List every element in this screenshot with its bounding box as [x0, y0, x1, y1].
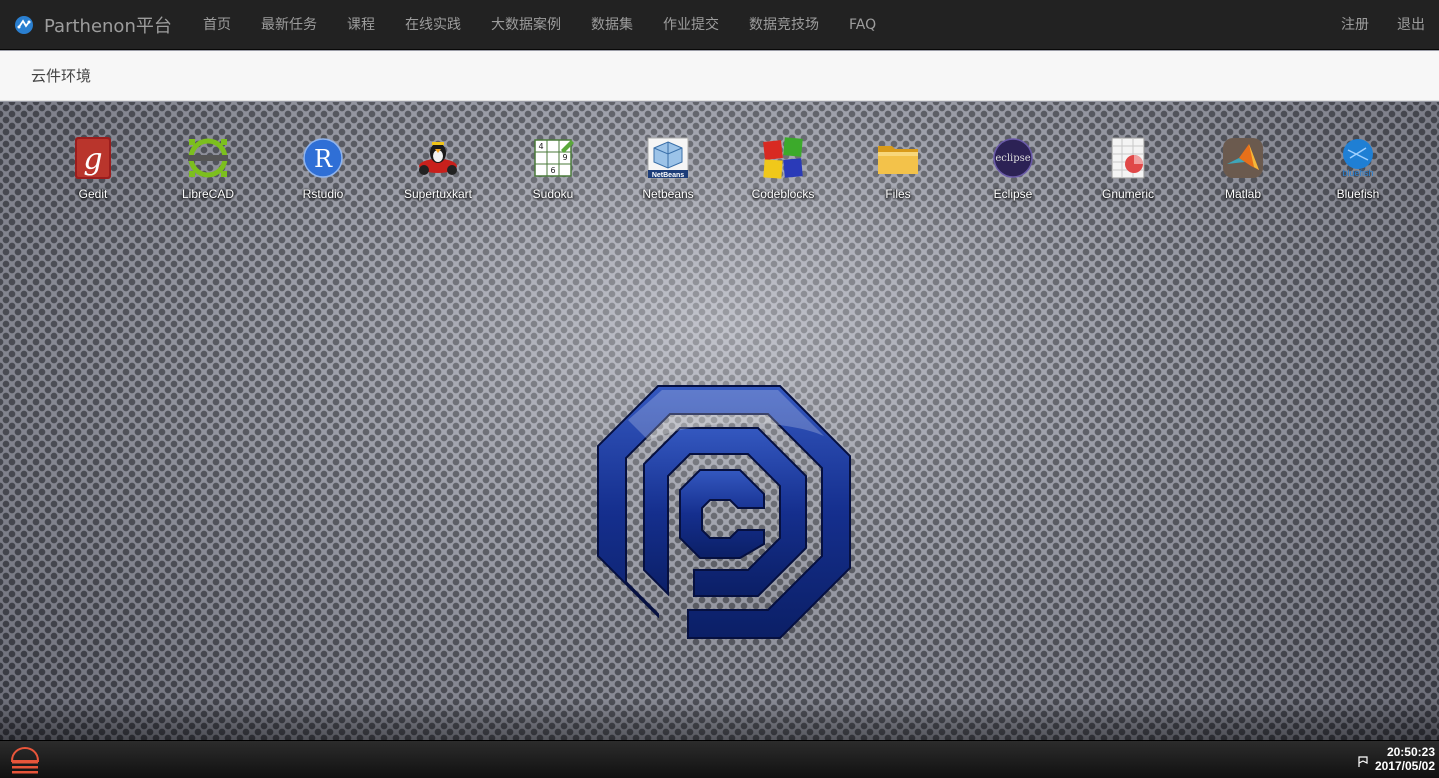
svg-text:NetBeans: NetBeans — [652, 172, 684, 179]
svg-text:4: 4 — [538, 142, 543, 151]
user-nav: 注册 退出 — [1327, 0, 1439, 50]
matlab-icon — [1223, 138, 1263, 178]
app-label: Gnumeric — [1101, 187, 1154, 201]
taskbar: 20:50:23 2017/05/02 — [0, 740, 1439, 778]
start-menu-button[interactable] — [9, 745, 41, 775]
nav-data-arena[interactable]: 数据竞技场 — [734, 0, 834, 50]
page-title: 云件环境 — [31, 67, 92, 85]
desktop-app-eclipse[interactable]: eclipse Eclipse — [958, 132, 1068, 207]
register-link[interactable]: 注册 — [1327, 0, 1383, 50]
rstudio-icon: R — [303, 138, 343, 178]
nav-online-practice[interactable]: 在线实践 — [390, 0, 476, 50]
notification-flag-icon[interactable] — [1358, 756, 1368, 768]
app-label: Matlab — [1224, 187, 1262, 201]
svg-text:6: 6 — [550, 166, 555, 175]
app-label: Sudoku — [532, 187, 574, 201]
nav-home[interactable]: 首页 — [188, 0, 246, 50]
desktop-app-bluefish[interactable]: bluefish Bluefish — [1303, 132, 1413, 207]
clock-time: 20:50:23 — [1386, 745, 1435, 759]
nav-latest-tasks[interactable]: 最新任务 — [246, 0, 332, 50]
desktop-app-files[interactable]: Files — [843, 132, 953, 207]
app-label: Netbeans — [642, 187, 694, 201]
desktop-app-librecad[interactable]: LibreCAD — [153, 132, 263, 207]
supertuxkart-icon — [419, 142, 457, 175]
desktop-app-supertuxkart[interactable]: Supertuxkart — [383, 132, 493, 207]
desktop-app-matlab[interactable]: Matlab — [1188, 132, 1298, 207]
brand-link[interactable]: Parthenon平台 — [14, 0, 172, 50]
breadcrumb: 云件环境 — [0, 51, 1439, 101]
nav-bigdata-cases[interactable]: 大数据案例 — [476, 0, 576, 50]
app-label: Files — [885, 187, 911, 201]
clock-date: 2017/05/02 — [1374, 759, 1435, 773]
svg-text:eclipse: eclipse — [995, 153, 1030, 164]
desktop-app-rstudio[interactable]: R Rstudio — [268, 132, 378, 207]
svg-text:9: 9 — [562, 153, 567, 162]
top-navbar: Parthenon平台 首页 最新任务 课程 在线实践 大数据案例 数据集 作业… — [0, 0, 1439, 50]
octagon-logo — [597, 385, 851, 639]
eclipse-icon: eclipse — [993, 138, 1033, 178]
nav-datasets[interactable]: 数据集 — [576, 0, 648, 50]
svg-text:bluefish: bluefish — [1342, 168, 1373, 178]
bluefish-icon: bluefish — [1342, 139, 1374, 178]
app-label: Gedit — [78, 187, 108, 201]
gnumeric-icon — [1111, 137, 1145, 179]
sudoku-icon: 4 9 6 — [534, 139, 574, 177]
svg-text:R: R — [314, 145, 333, 173]
codeblocks-icon — [763, 137, 803, 179]
desktop-icons: g Gedit LibreCAD R Rstudio Supertuxkart … — [0, 132, 1439, 212]
desktop-app-gnumeric[interactable]: Gnumeric — [1073, 132, 1183, 207]
nav-courses[interactable]: 课程 — [332, 0, 390, 50]
app-label: Rstudio — [302, 187, 344, 201]
nav-homework-submit[interactable]: 作业提交 — [648, 0, 734, 50]
gedit-icon: g — [75, 137, 111, 179]
logout-link[interactable]: 退出 — [1383, 0, 1439, 50]
netbeans-icon: NetBeans — [647, 137, 689, 179]
app-label: Eclipse — [993, 187, 1033, 201]
brand-logo-icon — [15, 16, 33, 34]
desktop-app-codeblocks[interactable]: Codeblocks — [728, 132, 838, 207]
brand-name: Parthenon平台 — [44, 16, 172, 37]
desktop-app-netbeans[interactable]: NetBeans Netbeans — [613, 132, 723, 207]
nav-faq[interactable]: FAQ — [834, 0, 891, 50]
desktop-app-sudoku[interactable]: 4 9 6 Sudoku — [498, 132, 608, 207]
app-label: Codeblocks — [751, 187, 815, 201]
folder-icon — [878, 146, 918, 174]
librecad-icon — [188, 138, 228, 178]
app-label: Bluefish — [1336, 187, 1380, 201]
svg-text:g: g — [83, 142, 102, 177]
app-label: Supertuxkart — [403, 187, 473, 201]
app-label: LibreCAD — [181, 187, 235, 201]
taskbar-clock[interactable]: 20:50:23 2017/05/02 — [1375, 745, 1435, 773]
desktop-app-gedit[interactable]: g Gedit — [38, 132, 148, 207]
remote-desktop[interactable]: g Gedit LibreCAD R Rstudio Supertuxkart … — [0, 102, 1439, 740]
main-nav: 首页 最新任务 课程 在线实践 大数据案例 数据集 作业提交 数据竞技场 FAQ — [188, 0, 891, 50]
